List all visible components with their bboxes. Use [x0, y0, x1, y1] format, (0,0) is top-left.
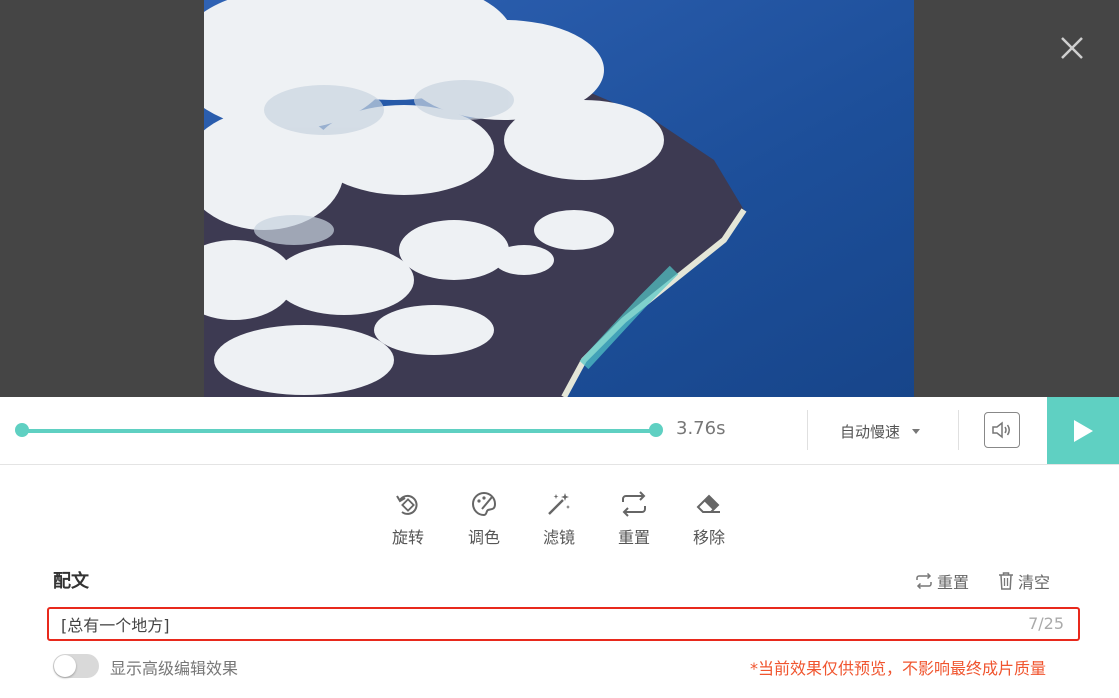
- advanced-edit-label: 显示高级编辑效果: [110, 659, 239, 678]
- preview-image: [204, 0, 914, 397]
- tool-label: 滤镜: [542, 528, 575, 547]
- preview-notice: *当前效果仅供预览，不影响最终成片质量: [749, 659, 1046, 678]
- divider: [807, 410, 808, 450]
- close-icon: [1061, 37, 1083, 59]
- caption-section-title: 配文: [53, 571, 89, 592]
- toggle-knob: [54, 655, 76, 677]
- filter-button[interactable]: 滤镜: [529, 490, 589, 548]
- repeat-icon: [622, 491, 646, 517]
- rotate-icon: [396, 494, 418, 515]
- divider: [958, 410, 959, 450]
- tool-label: 调色: [467, 528, 500, 547]
- caption-reset-button[interactable]: 重置: [915, 569, 969, 593]
- caption-input[interactable]: [61, 609, 961, 638]
- tool-label: 重置: [617, 528, 650, 547]
- rotate-button[interactable]: 旋转: [378, 490, 438, 548]
- caption-field: 7/25: [47, 607, 1080, 641]
- speed-dropdown[interactable]: 自动慢速: [840, 421, 921, 442]
- tool-label: 移除: [692, 528, 725, 547]
- playback-controls: 3.76s 自动慢速: [0, 397, 1119, 465]
- play-button[interactable]: [1047, 397, 1119, 464]
- caption-clear-button[interactable]: 清空: [998, 569, 1050, 593]
- color-adjust-button[interactable]: 调色: [454, 490, 514, 548]
- progress-end-handle[interactable]: [649, 423, 663, 437]
- playback-time: 3.76s: [676, 418, 726, 439]
- reset-tool-button[interactable]: 重置: [604, 490, 664, 548]
- repeat-icon: [916, 573, 932, 589]
- video-preview-area: [0, 0, 1119, 397]
- progress-track[interactable]: [22, 429, 656, 433]
- palette-icon: [472, 491, 497, 517]
- caption-clear-label: 清空: [1018, 573, 1051, 592]
- remove-button[interactable]: 移除: [679, 490, 739, 548]
- close-button[interactable]: [1056, 32, 1088, 64]
- eraser-icon: [696, 494, 720, 513]
- volume-button[interactable]: [984, 412, 1020, 448]
- advanced-edit-toggle[interactable]: [53, 654, 99, 678]
- speaker-icon: [992, 421, 1010, 439]
- speed-label: 自动慢速: [840, 423, 901, 441]
- play-icon: [1074, 419, 1093, 442]
- character-counter: 7/25: [1028, 614, 1064, 633]
- caption-reset-label: 重置: [937, 573, 970, 592]
- trash-icon: [999, 572, 1013, 590]
- magic-wand-icon: [548, 493, 570, 515]
- tool-label: 旋转: [391, 528, 424, 547]
- chevron-down-icon: [912, 429, 921, 434]
- progress-start-handle[interactable]: [15, 423, 29, 437]
